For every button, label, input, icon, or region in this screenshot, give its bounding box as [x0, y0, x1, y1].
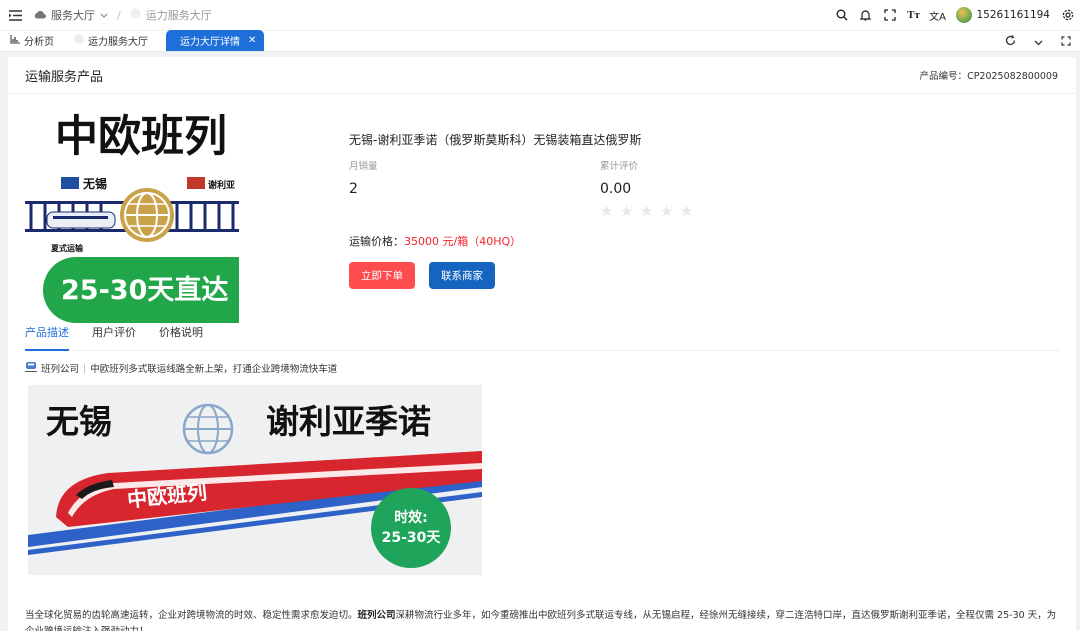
circle-icon	[74, 34, 84, 47]
product-title: 无锡-谢利亚季诺（俄罗斯莫斯科）无锡装箱直达俄罗斯	[349, 133, 642, 147]
tab-product-description[interactable]: 产品描述	[25, 319, 69, 351]
rating-stars: ★ ★ ★ ★ ★	[600, 203, 851, 219]
tab-label: 运力大厅详情	[180, 37, 240, 48]
page-tabs-bar: 分析页 运力服务大厅 运力大厅详情 ✕	[0, 30, 1080, 52]
star-icon: ★	[660, 202, 674, 220]
banner-time-value: 25-30天	[382, 530, 442, 546]
product-info: 无锡-谢利亚季诺（俄罗斯莫斯科）无锡装箱直达俄罗斯 月销量 2 累计评价 0.0…	[349, 131, 949, 289]
rating-label: 累计评价	[600, 161, 639, 172]
monthly-sales: 月销量 2	[349, 158, 600, 219]
separator: |	[83, 362, 87, 374]
product-image-from: 无锡	[82, 176, 107, 191]
tab-capacity-hall-detail[interactable]: 运力大厅详情 ✕	[166, 30, 265, 51]
rating-value: 0.00	[600, 181, 632, 197]
product-image-to: 谢利亚	[208, 179, 235, 191]
contact-merchant-button[interactable]: 联系商家	[429, 262, 495, 289]
paragraph-company: 班列公司	[357, 610, 396, 621]
expand-icon[interactable]	[1052, 35, 1080, 49]
banner-to: 谢利亚季诺	[266, 402, 431, 441]
product-number-value: CP2025082800009	[967, 71, 1058, 82]
close-icon[interactable]: ✕	[248, 35, 256, 46]
font-size-icon[interactable]: Tт	[902, 0, 926, 30]
description-banner: 无锡 谢利亚季诺 中欧班列 时效: 25-30天	[28, 385, 482, 575]
description-headline: 班列公司 | 中欧班列多式联运线路全新上架，打通企业跨境物流快车道	[25, 361, 337, 375]
product-image-mode: 夏式运输	[50, 243, 84, 253]
monthly-sales-value: 2	[349, 181, 358, 197]
detail-tabs: 产品描述 用户评价 价格说明	[25, 319, 1059, 351]
star-icon: ★	[680, 202, 694, 220]
action-buttons: 立即下单 联系商家	[349, 262, 949, 289]
product-card: 运输服务产品 产品编号：CP2025082800009 中欧班列 无锡 谢利亚	[8, 57, 1076, 631]
card-header: 运输服务产品 产品编号：CP2025082800009	[8, 57, 1076, 94]
user-phone: 15261161194	[976, 9, 1051, 21]
bar-chart-icon	[10, 34, 20, 47]
chevron-down-icon[interactable]	[100, 9, 108, 22]
banner-from: 无锡	[46, 402, 112, 441]
menu-toggle-icon[interactable]	[0, 0, 30, 30]
price-value: 35000 元/箱（40HQ）	[404, 235, 522, 248]
chevron-down-icon[interactable]	[1024, 36, 1052, 49]
description-line: 中欧班列多式联运线路全新上架，打通企业跨境物流快车道	[90, 364, 338, 375]
star-icon: ★	[620, 202, 634, 220]
circle-icon	[130, 8, 141, 22]
star-icon: ★	[640, 202, 654, 220]
price-row: 运输价格：35000 元/箱（40HQ）	[349, 233, 949, 249]
monthly-sales-label: 月销量	[349, 161, 378, 172]
train-icon	[25, 361, 37, 375]
tab-capacity-hall[interactable]: 运力服务大厅	[64, 30, 158, 51]
description-paragraph: 当全球化贸易的齿轮高速运转，企业对跨境物流的时效、稳定性需求愈发迫切。班列公司深…	[25, 608, 1059, 631]
order-now-button[interactable]: 立即下单	[349, 262, 415, 289]
tabs-tools	[996, 31, 1080, 53]
user-menu[interactable]: 15261161194	[955, 7, 1051, 23]
tab-label: 运力服务大厅	[88, 37, 148, 48]
product-image: 中欧班列 无锡 谢利亚 夏式运输 25-30天直达	[25, 109, 239, 323]
refresh-icon[interactable]	[996, 35, 1024, 49]
tab-analysis[interactable]: 分析页	[0, 30, 64, 51]
product-image-duration: 25-30天直达	[61, 275, 228, 306]
search-icon[interactable]	[830, 0, 854, 30]
banner-time-label: 时效:	[394, 509, 428, 526]
translate-icon[interactable]: 文A	[926, 0, 950, 30]
avatar	[955, 7, 972, 23]
product-number-label: 产品编号：	[919, 71, 968, 82]
price-label: 运输价格：	[349, 235, 404, 248]
page-title: 运输服务产品	[25, 69, 104, 85]
fullscreen-icon[interactable]	[878, 0, 902, 30]
bell-icon[interactable]	[854, 0, 878, 30]
tab-user-reviews[interactable]: 用户评价	[92, 319, 136, 351]
product-image-headline: 中欧班列	[55, 112, 227, 162]
cloud-icon	[34, 9, 46, 22]
top-bar: 服务大厅 / 运力服务大厅 Tт 文A 15261161194	[0, 0, 1080, 30]
tab-label: 分析页	[24, 37, 54, 48]
product-number: 产品编号：CP2025082800009	[920, 68, 1058, 82]
breadcrumb-item-service-hall[interactable]: 服务大厅	[51, 7, 95, 23]
paragraph-prefix: 当全球化贸易的齿轮高速运转，企业对跨境物流的时效、稳定性需求愈发迫切。	[25, 610, 358, 621]
product-stats: 月销量 2 累计评价 0.00 ★ ★ ★ ★ ★	[349, 158, 949, 219]
breadcrumb: 服务大厅 / 运力服务大厅	[34, 7, 212, 23]
breadcrumb-item-capacity-hall[interactable]: 运力服务大厅	[146, 7, 212, 23]
breadcrumb-separator: /	[117, 8, 121, 22]
star-icon: ★	[600, 202, 614, 220]
cumulative-rating: 累计评价 0.00 ★ ★ ★ ★ ★	[600, 158, 851, 219]
top-right-tools: Tт 文A 15261161194	[830, 0, 1080, 30]
tab-price-explanation[interactable]: 价格说明	[159, 319, 203, 351]
company-name: 班列公司	[41, 364, 80, 375]
settings-gear-icon[interactable]	[1056, 0, 1080, 30]
